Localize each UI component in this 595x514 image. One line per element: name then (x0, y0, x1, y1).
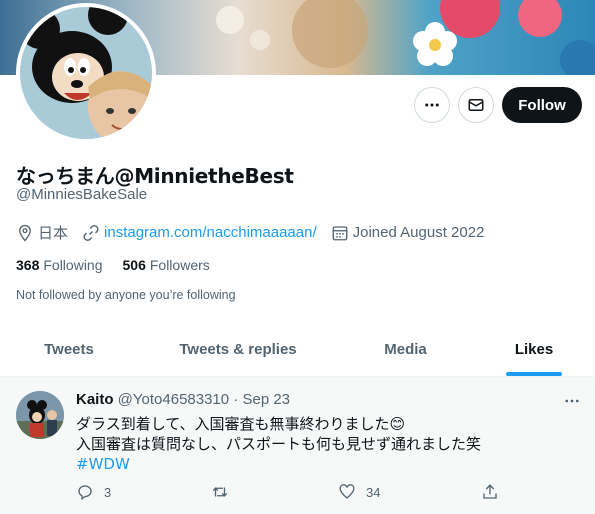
reply-icon (78, 485, 92, 501)
tweet-card[interactable]: Kaito @Yoto46583310 · Sep 23 ダラス到着して、入国審… (0, 376, 595, 514)
followers-count-link[interactable]: 506 Followers (123, 257, 210, 273)
profile-display-name: なっちまん@MinnietheBest (16, 164, 294, 188)
follow-button[interactable]: Follow (502, 87, 582, 123)
follow-counts: 368 Following 506 Followers (16, 257, 230, 273)
tab-label: Tweets & replies (179, 340, 297, 358)
tab-media[interactable]: Media (338, 322, 473, 376)
location-pin-icon (19, 224, 31, 242)
tweet-author-name[interactable]: Kaito (76, 391, 114, 408)
tweet-header: Kaito @Yoto46583310 · Sep 23 (76, 391, 290, 408)
profile-meta: 日本 instagram.com/nacchimaaaaan/ Joined A… (16, 222, 498, 243)
author-photo-image (16, 391, 64, 439)
calendar-icon (332, 225, 348, 240)
reply-button[interactable]: 3 (76, 483, 111, 501)
joined-item: Joined August 2022 (331, 224, 485, 242)
tab-label: Media (384, 340, 427, 358)
more-horizontal-icon (565, 399, 579, 403)
tweet-body: ダラス到着して、入国審査も無事終わりました😊 入国審査は質問なし、パスポートも何… (76, 414, 481, 474)
joined-text: Joined August 2022 (352, 224, 485, 241)
tab-tweets-replies[interactable]: Tweets & replies (138, 322, 338, 376)
tweet-separator: · (233, 391, 239, 408)
tweet-author-avatar[interactable] (16, 391, 64, 439)
location-item: 日本 (16, 222, 68, 243)
location-text: 日本 (38, 224, 69, 242)
profile-handle: @MinniesBakeSale (16, 186, 148, 203)
more-horizontal-icon (425, 103, 439, 107)
minnie-photo-image (20, 7, 152, 139)
following-count-link[interactable]: 368 Following (16, 257, 103, 273)
followers-count: 506 (122, 257, 146, 273)
following-count: 368 (16, 257, 40, 273)
more-options-button[interactable] (414, 87, 450, 123)
tab-label: Tweets (44, 340, 94, 358)
profile-tabs: Tweets Tweets & replies Media Likes (0, 322, 595, 376)
like-count: 34 (366, 484, 381, 500)
website-link[interactable]: instagram.com/nacchimaaaaan/ (104, 224, 317, 241)
website-item[interactable]: instagram.com/nacchimaaaaan/ (82, 224, 317, 242)
message-button[interactable] (458, 87, 494, 123)
not-followed-notice: Not followed by anyone you’re following (16, 288, 236, 302)
profile-avatar[interactable] (16, 3, 156, 143)
share-icon (483, 484, 497, 499)
tweet-date[interactable]: Sep 23 (242, 391, 290, 408)
tab-likes[interactable]: Likes (473, 322, 595, 376)
tweet-more-button[interactable] (560, 389, 584, 413)
like-button[interactable]: 34 (338, 483, 380, 501)
heart-icon (339, 484, 355, 499)
share-button[interactable] (481, 483, 509, 501)
tweet-hashtag[interactable]: #WDW (76, 455, 130, 473)
following-label: Following (43, 257, 103, 273)
tweet-line: 入国審査は質問なし、パスポートも何も見せず通れました笑 (76, 435, 482, 453)
tweet-author-handle[interactable]: @Yoto46583310 (118, 391, 229, 408)
retweet-icon (212, 487, 228, 497)
reply-count: 3 (104, 484, 112, 500)
followers-label: Followers (149, 257, 210, 273)
tweet-actions: 3 34 (70, 483, 510, 505)
envelope-icon (468, 99, 484, 111)
tab-tweets[interactable]: Tweets (0, 322, 138, 376)
retweet-button[interactable] (211, 483, 239, 501)
tweet-line: ダラス到着して、入国審査も無事終わりました😊 (76, 415, 406, 433)
tab-label: Likes (514, 340, 554, 358)
link-icon (83, 224, 99, 241)
